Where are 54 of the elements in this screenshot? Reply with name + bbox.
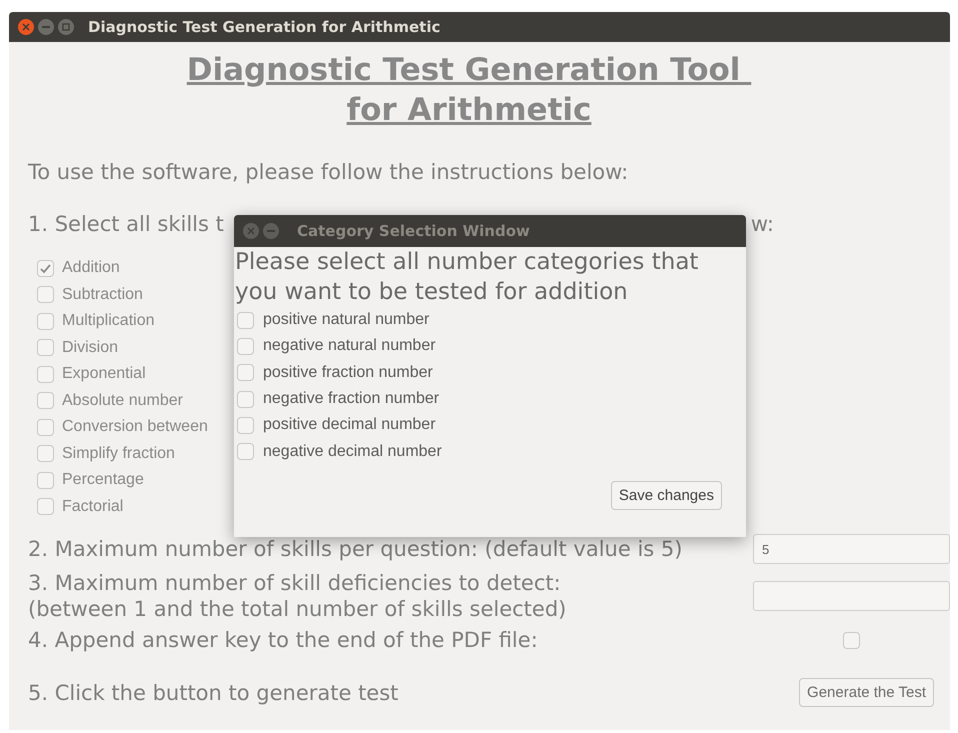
dialog-prompt: Please select all number categories that you want to be tested for addition bbox=[234, 248, 700, 307]
checkbox[interactable] bbox=[37, 366, 54, 383]
close-icon[interactable] bbox=[18, 19, 34, 35]
category-label: positive fraction number bbox=[263, 364, 433, 382]
window-title: Diagnostic Test Generation for Arithmetic bbox=[88, 18, 440, 36]
checkbox[interactable] bbox=[37, 445, 54, 462]
page-heading: for Arithmetic bbox=[346, 91, 592, 130]
save-button[interactable]: Save changes bbox=[610, 480, 722, 510]
skill-label: Simplify fraction bbox=[62, 444, 175, 463]
step-label: 5. Click the button to generate test bbox=[28, 680, 400, 704]
minimize-icon[interactable] bbox=[38, 19, 54, 35]
checkbox[interactable] bbox=[37, 286, 54, 304]
input-field[interactable]: 5 bbox=[753, 534, 950, 564]
step-label: 2. Maximum number of skills per question: (default value is 5) bbox=[28, 537, 684, 561]
category-label: positive natural number bbox=[263, 311, 430, 330]
instructions-text: To use the software, please follow the instructions below: bbox=[28, 160, 630, 184]
skill-label: Conversion between bbox=[62, 418, 208, 436]
checkbox[interactable] bbox=[37, 339, 54, 356]
step-label: w: bbox=[750, 212, 774, 236]
close-icon[interactable] bbox=[243, 223, 259, 239]
checkbox[interactable] bbox=[37, 472, 54, 489]
checkbox[interactable] bbox=[237, 312, 254, 329]
skill-label: Multiplication bbox=[62, 312, 154, 330]
skill-label: Subtraction bbox=[62, 286, 143, 304]
skill-label: Addition bbox=[62, 259, 120, 278]
minimize-icon[interactable] bbox=[263, 223, 279, 239]
checkbox[interactable] bbox=[37, 312, 54, 330]
generate-button[interactable]: Generate the Test bbox=[799, 678, 934, 707]
step-label: 1. Select all skills t bbox=[28, 212, 224, 236]
checkbox[interactable] bbox=[37, 392, 54, 410]
category-label: negative natural number bbox=[263, 337, 436, 356]
skill-label: Percentage bbox=[62, 471, 144, 490]
skill-label: Factorial bbox=[62, 498, 124, 516]
checkbox[interactable] bbox=[237, 338, 254, 355]
skill-label: Exponential bbox=[62, 365, 146, 384]
step-label: 3. Maximum number of skill deficiencies to detect: bbox=[28, 570, 562, 596]
step-label: (between 1 and the total number of skills selected) bbox=[28, 596, 568, 622]
checkbox[interactable] bbox=[843, 632, 860, 648]
checkbox[interactable] bbox=[237, 416, 254, 434]
category-label: negative decimal number bbox=[263, 442, 442, 461]
skill-label: Absolute number bbox=[62, 392, 183, 410]
checkbox[interactable] bbox=[37, 260, 54, 277]
category-label: positive decimal number bbox=[263, 416, 436, 434]
dialog-title: Category Selection Window bbox=[297, 222, 530, 240]
input-field[interactable] bbox=[753, 581, 950, 611]
checkbox[interactable] bbox=[237, 364, 254, 382]
category-label: negative fraction number bbox=[263, 390, 440, 408]
step-label: 4. Append answer key to the end of the PDF file: bbox=[28, 628, 539, 652]
checkbox[interactable] bbox=[237, 390, 254, 408]
skill-label: Division bbox=[62, 338, 118, 357]
checkbox[interactable] bbox=[237, 443, 254, 460]
checkbox[interactable] bbox=[37, 418, 54, 436]
checkbox[interactable] bbox=[37, 498, 54, 516]
maximize-icon[interactable] bbox=[58, 19, 74, 35]
